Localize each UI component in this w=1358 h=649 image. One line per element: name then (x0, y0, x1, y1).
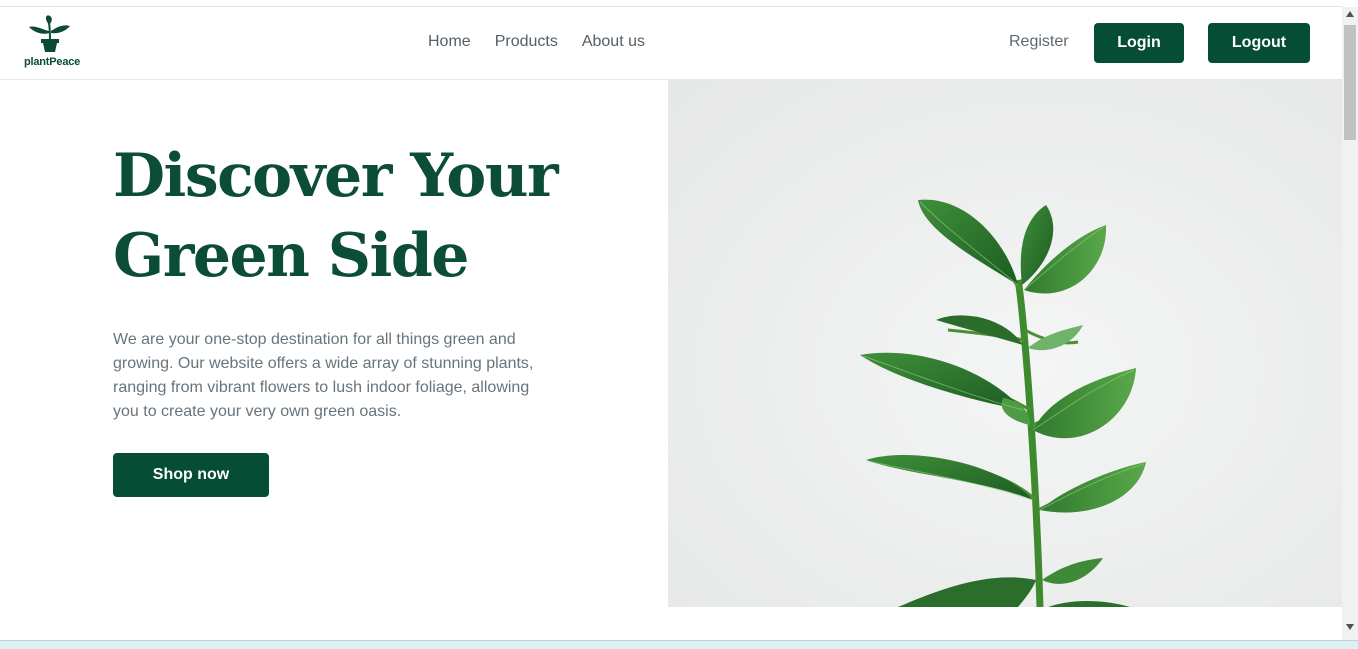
register-link[interactable]: Register (1009, 33, 1069, 51)
login-button[interactable]: Login (1094, 23, 1184, 63)
scrollbar-thumb[interactable] (1344, 25, 1356, 140)
brand-logo[interactable]: plantPeace (24, 15, 81, 73)
nav-products-link[interactable]: Products (495, 33, 558, 51)
nav-home-link[interactable]: Home (428, 33, 471, 51)
brand-name: plantPeace (24, 56, 81, 68)
scroll-up-arrow-icon[interactable] (1342, 11, 1358, 23)
scroll-down-arrow-icon[interactable] (1342, 624, 1358, 636)
logout-button[interactable]: Logout (1208, 23, 1310, 63)
main-navigation: Home Products About us (428, 33, 645, 51)
site-header: plantPeace Home Products About us Regist… (0, 7, 1342, 80)
hero-plant-image (668, 80, 1342, 607)
vertical-scrollbar[interactable] (1342, 7, 1358, 640)
hero-section: Discover Your Green Side We are your one… (0, 80, 668, 607)
plant-pot-icon (29, 15, 70, 52)
hero-title: Discover Your Green Side (113, 141, 559, 291)
nav-about-link[interactable]: About us (582, 33, 645, 51)
browser-top-edge (0, 0, 1342, 7)
hero-description: We are your one-stop destination for all… (113, 331, 534, 420)
rubber-plant-illustration (860, 199, 1146, 607)
shop-now-button[interactable]: Shop now (113, 453, 269, 497)
os-taskbar (0, 640, 1358, 649)
